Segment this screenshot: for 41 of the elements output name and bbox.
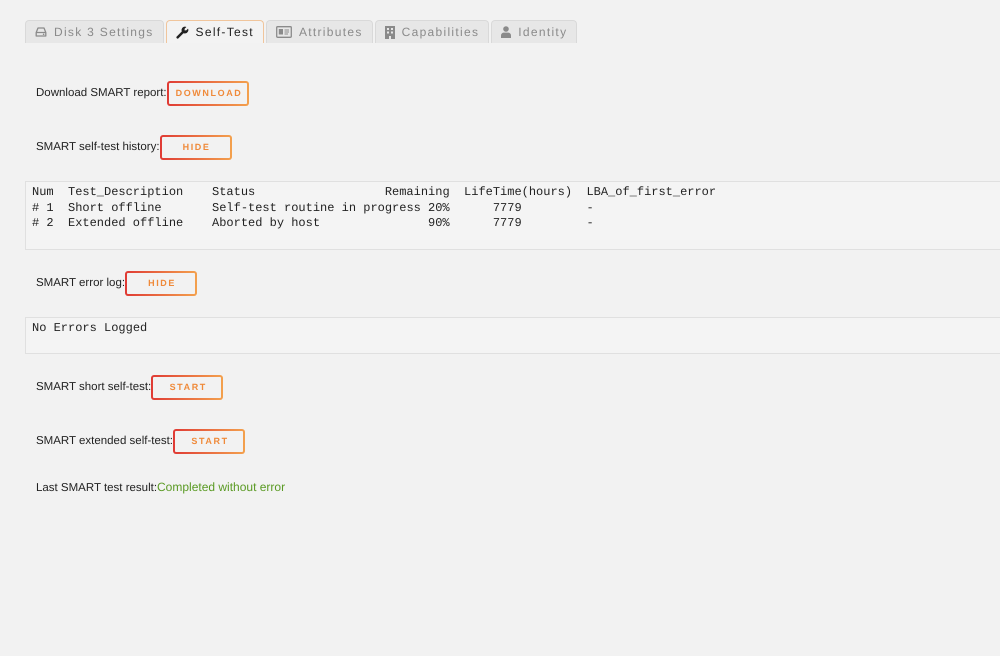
table-cell: 7779 — [492, 200, 522, 216]
column-header: Test_Description — [68, 185, 184, 200]
tab[interactable]: Self-Test — [166, 20, 264, 43]
action-button[interactable]: START — [151, 375, 224, 400]
table-cell: Aborted by host — [212, 216, 320, 232]
column-header: Remaining — [384, 185, 450, 200]
column-header: Num — [32, 185, 54, 200]
table-cell: 20% — [428, 200, 450, 216]
result-text: Completed without error — [157, 480, 286, 494]
log-text: No Errors Logged — [32, 320, 148, 334]
setting-label: Last SMART test result: — [36, 482, 158, 494]
id-card-icon — [276, 26, 292, 38]
action-button[interactable]: DOWNLOAD — [166, 81, 250, 106]
table-cell: # 2 — [32, 216, 54, 232]
table-cell: Extended offline — [68, 216, 184, 232]
wrench-icon — [176, 26, 189, 38]
building-icon — [384, 26, 395, 38]
setting-label: Download SMART report: — [36, 87, 167, 99]
tab[interactable]: Disk 3 Settings — [25, 20, 164, 43]
hard-drive-icon — [35, 27, 47, 37]
table-cell: Self-test routine in progress — [212, 200, 421, 216]
setting-label: SMART extended self-test: — [36, 435, 174, 447]
tab[interactable]: Identity — [491, 20, 578, 43]
tab[interactable]: Attributes — [266, 20, 373, 43]
setting-label: SMART self-test history: — [36, 141, 160, 153]
table-cell: - — [586, 200, 594, 216]
table-cell: Short offline — [68, 200, 162, 216]
column-header: Status — [212, 185, 256, 200]
user-icon — [501, 26, 512, 38]
setting-label: SMART short self-test: — [36, 381, 152, 393]
column-header: LifeTime(hours) — [464, 185, 572, 200]
tab[interactable]: Capabilities — [374, 20, 490, 43]
table-cell: # 1 — [32, 200, 54, 216]
action-button[interactable]: HIDE — [125, 270, 198, 296]
column-header: LBA_of_first_error — [586, 185, 716, 200]
action-button[interactable]: START — [173, 429, 246, 454]
table-cell: 7779 — [492, 216, 522, 232]
table-cell: - — [586, 216, 594, 232]
action-button[interactable]: HIDE — [160, 135, 232, 160]
table-cell: 90% — [428, 216, 450, 232]
setting-label: SMART error log: — [36, 276, 126, 288]
